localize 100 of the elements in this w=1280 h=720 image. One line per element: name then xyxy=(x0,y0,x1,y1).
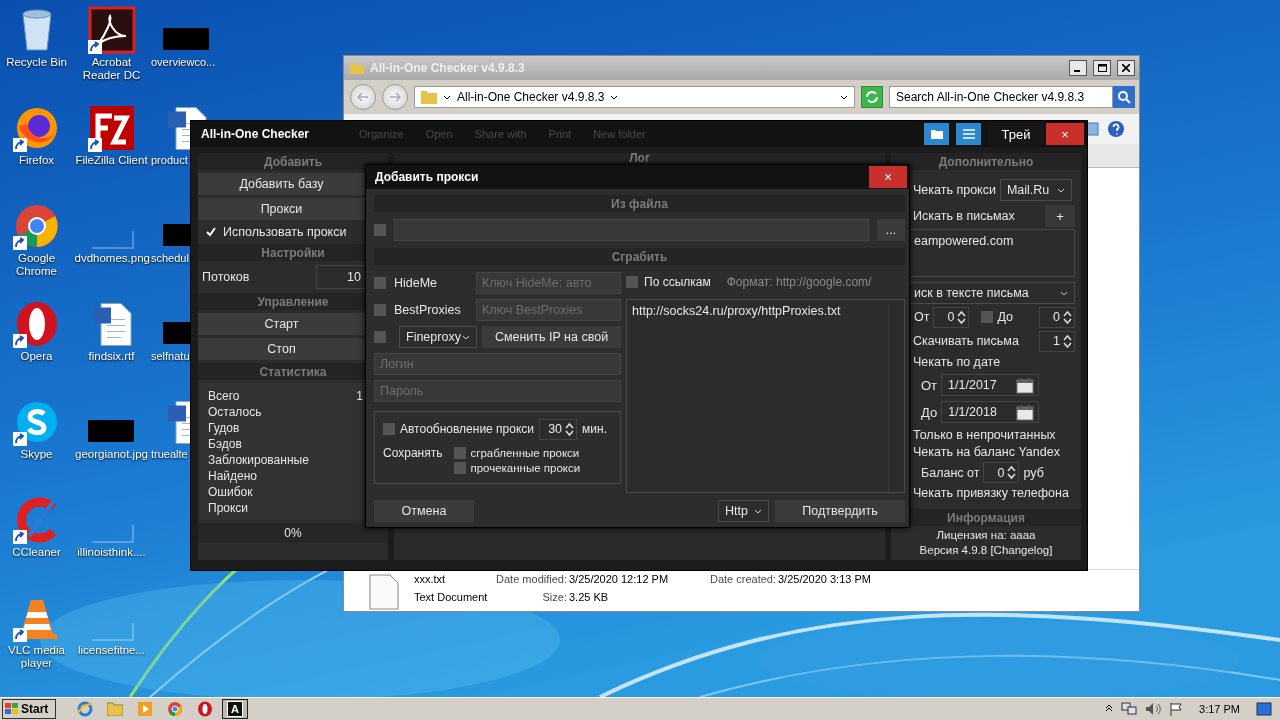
number-field[interactable]: 1 xyxy=(1039,330,1075,352)
close-button[interactable] xyxy=(1117,60,1135,76)
flag-icon[interactable] xyxy=(1169,702,1184,716)
panel-button[interactable]: Стоп xyxy=(198,338,365,360)
protocol-dropdown[interactable]: Http xyxy=(718,500,769,522)
desktop-icon-label[interactable]: Skype xyxy=(20,448,53,461)
spin-arrows-icon[interactable] xyxy=(1007,465,1017,480)
spin-arrows-icon[interactable] xyxy=(1063,333,1072,349)
spin-arrows-icon[interactable] xyxy=(1063,309,1072,325)
panel-button[interactable]: Старт xyxy=(198,313,365,335)
folder-button[interactable] xyxy=(924,123,949,145)
desktop-icon-label[interactable]: truealte xyxy=(149,448,188,461)
checkbox[interactable] xyxy=(626,276,638,288)
checkbox-label: Автообновление прокси xyxy=(400,422,535,436)
taskbar-button[interactable]: A xyxy=(222,699,248,719)
version-text: Версия 4.9.8 [Changelog] xyxy=(918,544,1054,556)
checkbox[interactable] xyxy=(374,277,386,289)
source-label: HideMe xyxy=(394,276,439,290)
browser-icon xyxy=(167,701,183,717)
field-label: Баланс от xyxy=(921,465,980,480)
search-icon xyxy=(1117,90,1131,104)
desktop-icon-label[interactable]: Opera xyxy=(20,350,53,363)
date-field[interactable]: 1/1/2018 xyxy=(941,401,1040,423)
checkbox-label: Использовать прокси xyxy=(223,225,347,239)
cancel-button[interactable]: Отмена xyxy=(374,500,474,522)
desktop-icon-label[interactable]: Google Chrome xyxy=(0,252,74,278)
checkbox[interactable] xyxy=(454,446,467,459)
refresh-button[interactable] xyxy=(861,86,883,108)
caret-icon xyxy=(754,508,762,514)
desktop-icon-label[interactable]: findsix.rtf xyxy=(88,350,135,363)
field-label: Потоков xyxy=(202,270,250,284)
spin-arrows-icon[interactable] xyxy=(957,309,967,325)
section-header: Из файла xyxy=(374,195,905,212)
tray-button[interactable]: Трей xyxy=(988,123,1044,145)
stat-value: 1 xyxy=(356,389,363,405)
add-button[interactable]: + xyxy=(1045,205,1075,227)
desktop-icon-label[interactable]: Acrobat Reader DC xyxy=(74,56,149,82)
checkbox[interactable] xyxy=(454,461,467,474)
desktop-icon-label[interactable]: georgianot.jpg xyxy=(75,448,148,461)
browse-button[interactable]: ... xyxy=(877,219,905,241)
source-dropdown[interactable]: Fineproxy xyxy=(399,326,477,348)
minimize-button[interactable] xyxy=(1069,60,1087,76)
menu-button[interactable] xyxy=(956,123,981,145)
start-button[interactable]: Start xyxy=(2,699,56,719)
spin-arrows-icon[interactable] xyxy=(565,421,575,437)
desktop-icon-label[interactable]: CCleaner xyxy=(12,546,61,559)
close-button[interactable]: × xyxy=(869,166,907,188)
confirm-button[interactable]: Подтвердить xyxy=(775,500,905,522)
number-field[interactable]: 0 xyxy=(1039,306,1075,328)
close-button[interactable]: × xyxy=(1046,123,1084,145)
document-icon xyxy=(91,303,132,346)
calendar-icon[interactable] xyxy=(1016,403,1035,421)
maximize-button[interactable] xyxy=(1093,60,1111,76)
field-label: Чекать прокси xyxy=(913,183,996,197)
desktop-icon-label[interactable]: schedul xyxy=(149,252,189,265)
clock[interactable]: 3:17 PM xyxy=(1199,703,1240,715)
checkbox[interactable] xyxy=(374,224,386,236)
file-icon xyxy=(91,231,134,249)
field-label: От xyxy=(921,377,938,393)
panel-button[interactable]: Прокси xyxy=(198,198,365,220)
field-label: Чекать на баланс Yandex xyxy=(913,445,1060,459)
links-text-area[interactable]: http://socks24.ru/proxy/httpProxies.txt xyxy=(626,299,905,493)
desktop-icon-label[interactable]: Recycle Bin xyxy=(6,56,67,69)
checkbox[interactable] xyxy=(383,423,395,435)
forward-button[interactable] xyxy=(382,84,408,110)
search-button[interactable] xyxy=(1113,86,1135,108)
folder-icon xyxy=(350,62,364,74)
source-label: BestProxies xyxy=(394,303,462,317)
checkbox[interactable] xyxy=(374,331,386,343)
stat-label: Заблокированные xyxy=(208,453,309,469)
number-field[interactable]: 30 xyxy=(539,418,578,440)
checkbox[interactable] xyxy=(374,304,386,316)
checkbox[interactable] xyxy=(981,311,994,323)
back-button[interactable] xyxy=(350,84,376,110)
speaker-icon[interactable] xyxy=(1145,702,1162,716)
file-icon xyxy=(91,525,134,543)
address-bar[interactable]: All-in-One Checker v4.9.8.3 xyxy=(414,86,855,108)
stat-label: Осталось xyxy=(208,405,262,421)
desktop-icon-label[interactable]: dvdhomes.png xyxy=(74,252,149,265)
number-field[interactable]: 0 xyxy=(983,462,1020,483)
field-label: Искать в письмах xyxy=(913,209,1015,223)
file-icon xyxy=(91,623,134,641)
dialog-title: Добавить прокси xyxy=(375,170,479,184)
desktop-icon-label[interactable]: VLC media player xyxy=(0,644,74,670)
network-icon[interactable] xyxy=(1121,702,1138,716)
desktop-icon-label[interactable]: FileZilla Client xyxy=(75,154,148,167)
number-field[interactable]: 0 xyxy=(933,306,970,328)
panel-button[interactable]: Добавить базу xyxy=(198,173,365,195)
proxy-dropdown[interactable]: Mail.Ru xyxy=(999,179,1072,201)
chevron-up-icon[interactable] xyxy=(1105,705,1114,713)
desktop-icon-label[interactable]: overviewco... xyxy=(149,56,216,69)
search-field[interactable]: Search All-in-One Checker v4.9.8.3 xyxy=(889,86,1113,108)
desktop-icon-label[interactable]: product xyxy=(149,154,188,167)
calendar-icon[interactable] xyxy=(1016,376,1035,394)
change-ip-button[interactable]: Сменить IP на свой xyxy=(482,326,621,348)
desktop-icon-label[interactable]: selfnatu xyxy=(149,350,190,363)
date-field[interactable]: 1/1/2017 xyxy=(941,374,1040,396)
desktop-icon-label[interactable]: illinoisthink.... xyxy=(77,546,146,559)
help-icon[interactable] xyxy=(1107,120,1125,138)
desktop-icon-label[interactable]: Firefox xyxy=(18,154,55,167)
